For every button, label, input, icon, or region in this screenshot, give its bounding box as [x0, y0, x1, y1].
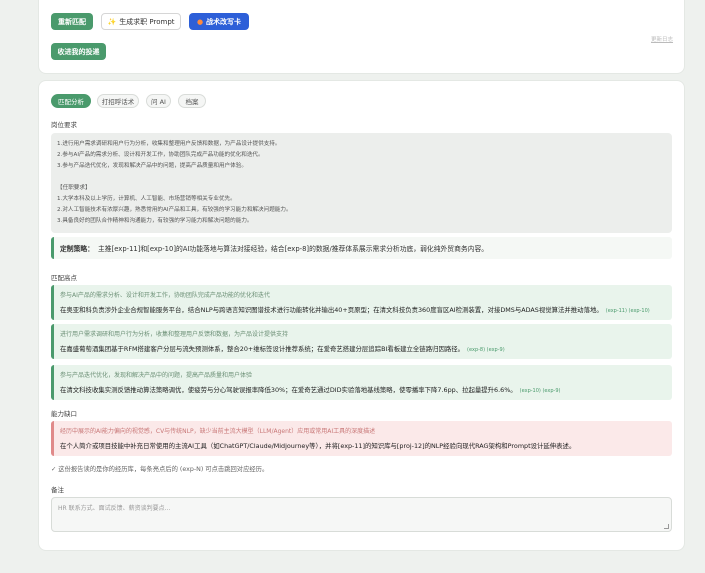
highlight-evidence: 在清文科技收集实测反馈推动算法策略调优，使疲劳与分心驾驶误报率降低30%；在爱奇… [60, 385, 666, 394]
jd-line: 1.大学本科及以上学历，计算机、人工智能、市场营销等相关专业优先。 [57, 196, 236, 202]
generate-prompt-button[interactable]: ✨ 生成求职 Prompt [101, 13, 181, 30]
highlight-evidence-text: 在奥亚和科负责涉外企业合规智能服务平台，结合NLP与跨语言知识图谱技术进行功能转… [60, 306, 603, 314]
strategy-text: 主推[exp-11]和[exp-10]的AI功能落地与算法对接经验，结合[exp… [97, 245, 489, 253]
tactical-rewrite-label: 战术改写卡 [206, 17, 242, 26]
analysis-card: 匹配分析 打招呼话术 问 AI 档案 岗位要求 1.进行用户需求调研和用户行为分… [38, 80, 685, 551]
jd-line: 3.参与产品迭代优化，发现和解决产品中的问题，提高产品质量和用户体验。 [57, 163, 247, 169]
highlight-evidence: 在奥亚和科负责涉外企业合规智能服务平台，结合NLP与跨语言知识图谱技术进行功能转… [60, 305, 666, 314]
jd-line: 【任职要求】 [57, 185, 91, 191]
gap-requirement: 经历中展示的AI能力偏向的视觉感，CV与传统NLP，缺少当前主流大模型（LLM/… [60, 428, 376, 435]
highlight-item: 参与产品迭代优化，发现和解决产品中的问题，提高产品质量和用户体验 在清文科技收集… [51, 365, 672, 400]
highlight-item: 参与AI产品的需求分析、设计和开发工作，协助团队完成产品功能的优化和迭代 在奥亚… [51, 285, 672, 320]
highlight-evidence-text: 在嘉盛葡萄酒集团基于RFM搭建客户分层与流失预测体系，整合20+维标签设计推荐系… [60, 345, 465, 353]
tab-label: 档案 [185, 98, 199, 106]
job-requirements-label: 岗位要求 [51, 121, 77, 129]
add-to-applications-button[interactable]: 收进我的投递 [51, 43, 106, 60]
tab-match-analysis[interactable]: 匹配分析 [51, 94, 91, 108]
highlight-evidence: 在嘉盛葡萄酒集团基于RFM搭建客户分层与流失预测体系，整合20+维标签设计推荐系… [60, 344, 666, 353]
exp-tag-link[interactable]: (exp-10) (exp-9) [520, 388, 561, 394]
tab-profile[interactable]: 档案 [178, 94, 206, 108]
gap-suggestion: 在个人简介或项目技能中补充日常使用的主流AI工具（如ChatGPT/Claude… [60, 442, 576, 450]
rematch-label: 重新匹配 [58, 17, 86, 26]
highlight-requirement: 参与AI产品的需求分析、设计和开发工作，协助团队完成产品功能的优化和迭代 [60, 292, 270, 299]
jd-line: 2.参与AI产品的需求分析、设计和开发工作，协助团队完成产品功能的优化和迭代。 [57, 152, 264, 158]
rematch-button[interactable]: 重新匹配 [51, 13, 93, 30]
tab-label: 打招呼话术 [101, 98, 135, 106]
memo-placeholder: HR 联系方式、面试反馈、薪资谈判要点... [58, 505, 171, 512]
jd-line: 2.对人工智能技术有浓厚兴趣，熟悉常用的AI产品和工具，有较强的学习能力和解决问… [57, 207, 292, 213]
strategy-label: 定制策略： [60, 245, 94, 253]
job-description-box: 1.进行用户需求调研和用户行为分析，收集和整理用户反馈和数据，为产品设计提供支持… [51, 133, 672, 233]
generate-prompt-label: 生成求职 Prompt [119, 17, 175, 26]
highlight-item: 进行用户需求调研和用户行为分析，收集和整理用户反馈和数据，为产品设计提供支持 在… [51, 324, 672, 359]
memo-label: 备注 [51, 486, 64, 494]
jd-line [57, 172, 666, 183]
jd-line: 1.进行用户需求调研和用户行为分析，收集和整理用户反馈和数据，为产品设计提供支持… [57, 141, 281, 147]
tab-greeting[interactable]: 打招呼话术 [97, 94, 139, 108]
report-note: ✓ 这份报告读的是你的经历库，每条亮点后的 (exp-N) 可点击跳回对应经历。 [51, 466, 269, 473]
memo-textarea[interactable]: HR 联系方式、面试反馈、薪资谈判要点... [51, 497, 672, 532]
highlight-requirement: 进行用户需求调研和用户行为分析，收集和整理用户反馈和数据，为产品设计提供支持 [60, 331, 289, 338]
tactical-rewrite-button[interactable]: ● 战术改写卡 [189, 13, 249, 30]
gaps-label: 能力缺口 [51, 410, 77, 418]
actions-card: 重新匹配 ✨ 生成求职 Prompt ● 战术改写卡 收进我的投递 更新日志 [38, 0, 685, 74]
sparkle-icon: ✨ [107, 17, 117, 26]
jd-line: 3.具备良好的团队合作精神和沟通能力，有较强的学习能力和解决问题的能力。 [57, 218, 253, 224]
highlight-requirement: 参与产品迭代优化，发现和解决产品中的问题，提高产品质量和用户体验 [60, 372, 253, 379]
resize-grip-icon[interactable] [664, 524, 669, 529]
gap-item: 经历中展示的AI能力偏向的视觉感，CV与传统NLP，缺少当前主流大模型（LLM/… [51, 421, 672, 456]
changelog-link[interactable]: 更新日志 [651, 35, 673, 43]
tab-label: 问 AI [151, 98, 166, 106]
tab-ask-ai[interactable]: 问 AI [146, 94, 171, 108]
highlight-evidence-text: 在清文科技收集实测反馈推动算法策略调优，使疲劳与分心驾驶误报率降低30%；在爱奇… [60, 386, 517, 394]
exp-tag-link[interactable]: (exp-8) (exp-9) [467, 347, 505, 353]
tab-label: 匹配分析 [58, 98, 84, 106]
add-to-applications-label: 收进我的投递 [57, 47, 100, 56]
exp-tag-link[interactable]: (exp-11) (exp-10) [606, 308, 650, 314]
highlights-label: 匹配高点 [51, 274, 77, 282]
custom-strategy: 定制策略： 主推[exp-11]和[exp-10]的AI功能落地与算法对接经验，… [51, 237, 672, 259]
fire-icon: ● [196, 17, 204, 26]
